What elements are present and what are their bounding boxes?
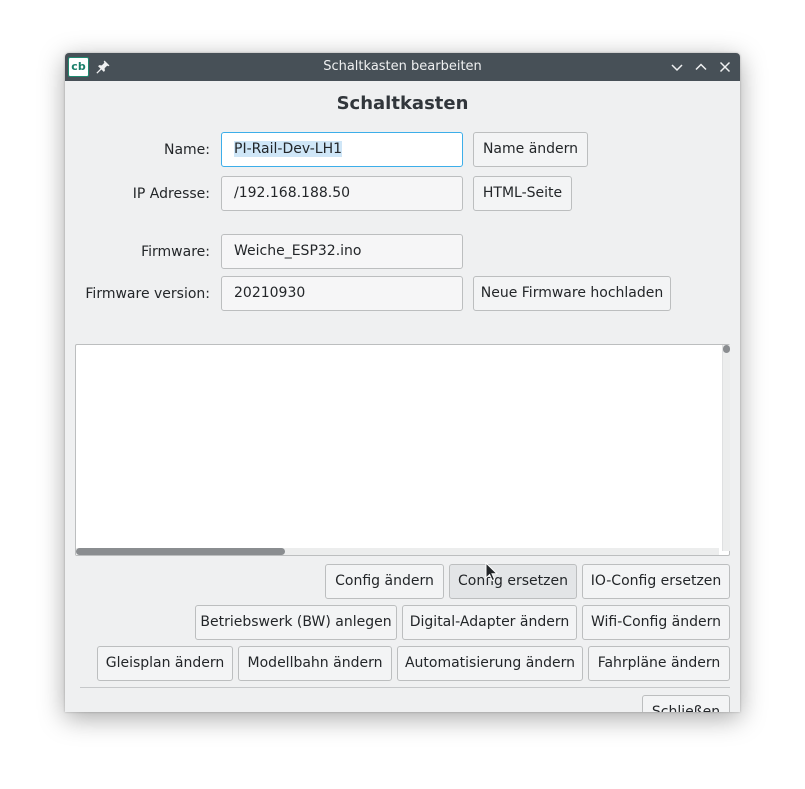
minimize-chevron-down-icon[interactable]: [669, 59, 685, 75]
page-title: Schaltkasten: [336, 93, 469, 114]
wifi-config-change-button[interactable]: Wifi-Config ändern: [582, 605, 730, 640]
io-config-replace-button[interactable]: IO-Config ersetzen: [582, 564, 730, 599]
firmware-version-label: Firmware version:: [85, 286, 210, 302]
automation-change-button[interactable]: Automatisierung ändern: [397, 646, 583, 681]
upload-firmware-button[interactable]: Neue Firmware hochladen: [473, 276, 671, 311]
html-page-button[interactable]: HTML-Seite: [473, 176, 572, 211]
close-button[interactable]: Schließen: [642, 695, 730, 712]
vertical-scrollbar-handle[interactable]: [723, 345, 730, 353]
digital-adapter-change-button[interactable]: Digital-Adapter ändern: [402, 605, 577, 640]
firmware-field[interactable]: Weiche_ESP32.ino: [221, 234, 463, 269]
name-label: Name:: [163, 142, 210, 158]
firmware-version-field[interactable]: 20210930: [221, 276, 463, 311]
ip-address-label: IP Adresse:: [132, 186, 210, 202]
firmware-label: Firmware:: [141, 244, 210, 260]
close-icon[interactable]: [717, 59, 733, 75]
mouse-cursor-icon: [485, 562, 499, 582]
maximize-chevron-up-icon[interactable]: [693, 59, 709, 75]
horizontal-scrollbar[interactable]: [76, 548, 719, 555]
name-input-selected-text: PI-Rail-Dev-LH1: [234, 141, 343, 157]
create-depot-button[interactable]: Betriebswerk (BW) anlegen: [195, 605, 397, 640]
timetables-change-button[interactable]: Fahrpläne ändern: [588, 646, 730, 681]
horizontal-scrollbar-handle[interactable]: [76, 548, 285, 555]
config-replace-button[interactable]: Config ersetzen: [449, 564, 577, 599]
model-railway-change-button[interactable]: Modellbahn ändern: [238, 646, 392, 681]
config-change-button[interactable]: Config ändern: [325, 564, 444, 599]
window-title: Schaltkasten bearbeiten: [323, 59, 482, 74]
name-input[interactable]: PI-Rail-Dev-LH1: [221, 132, 463, 167]
edit-switchbox-dialog: cb Schaltkasten bearbeiten Schaltkasten …: [65, 53, 740, 712]
track-plan-change-button[interactable]: Gleisplan ändern: [97, 646, 233, 681]
vertical-scrollbar[interactable]: [722, 345, 730, 551]
log-text-area[interactable]: [75, 344, 730, 556]
rename-button[interactable]: Name ändern: [473, 132, 588, 167]
dialog-content: Schaltkasten Name: PI-Rail-Dev-LH1 Name …: [65, 81, 740, 712]
ip-address-field[interactable]: /192.168.188.50: [221, 176, 463, 211]
separator: [80, 687, 730, 688]
title-bar[interactable]: cb Schaltkasten bearbeiten: [65, 53, 740, 81]
